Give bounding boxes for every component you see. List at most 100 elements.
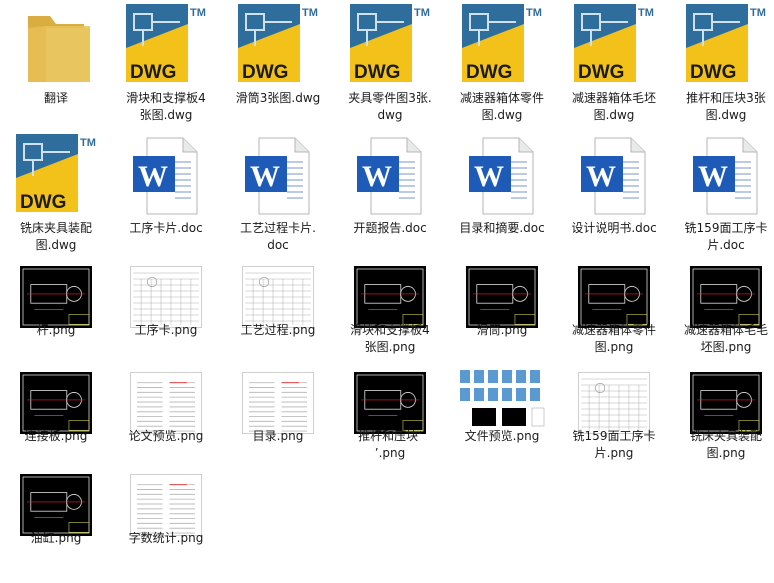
file-name-label: 减速器箱体毛毛 坯图.png <box>683 323 768 354</box>
svg-text:W: W <box>138 160 168 193</box>
svg-text:TM: TM <box>750 7 766 19</box>
dwg-file-icon: DWG TM <box>110 2 222 86</box>
file-item[interactable]: 铣床夹具装配 图.png <box>670 364 774 474</box>
file-item[interactable]: 目录.png <box>222 364 334 474</box>
file-name-label: 工序卡.png <box>134 323 198 337</box>
file-item[interactable]: DWG TM 滑筒3张图.dwg <box>222 0 334 125</box>
file-item[interactable]: 工序卡.png <box>110 258 222 368</box>
file-name-label: 论文预览.png <box>128 429 204 443</box>
file-name-label: 翻译 <box>43 91 68 105</box>
file-name-label: 减速器箱体毛坯 图.dwg <box>571 91 656 122</box>
file-name-label: 铣床夹具装配 图.dwg <box>19 221 92 252</box>
file-name-label: 油缸.png <box>30 531 82 545</box>
file-item[interactable]: 油缸.png <box>0 466 112 576</box>
file-name-label: 铣床夹具装配 图.png <box>689 429 762 460</box>
file-item[interactable]: DWG TM 滑块和支撑板4 张图.dwg <box>110 0 222 125</box>
file-item[interactable]: 连接板.png <box>0 364 112 474</box>
file-item[interactable]: W 设计说明书.doc <box>558 130 670 255</box>
file-name-label: 铣159面工序卡 片.png <box>572 429 656 460</box>
word-document-icon: W <box>222 132 334 216</box>
word-document-icon: W <box>334 132 446 216</box>
file-name-label: 字数统计.png <box>128 531 204 545</box>
file-name-label: 减速器箱体零件 图.dwg <box>459 91 544 122</box>
file-item[interactable]: 文件预览.png <box>446 364 558 474</box>
image-thumbnail <box>558 368 670 434</box>
file-name-label: 工艺过程卡片. doc <box>240 221 316 252</box>
file-name-label: 滑筒3张图.dwg <box>235 91 321 105</box>
image-thumbnail <box>0 470 112 536</box>
image-thumbnail <box>110 368 222 434</box>
svg-text:TM: TM <box>526 7 542 19</box>
image-thumbnail <box>110 470 222 536</box>
file-name-label: 滑筒.png <box>476 323 528 337</box>
svg-text:DWG: DWG <box>354 62 400 83</box>
file-name-label: 目录和摘要.doc <box>459 221 545 235</box>
dwg-file-icon: DWG TM <box>558 2 670 86</box>
file-name-label: 铣159面工序卡 片.doc <box>684 221 768 252</box>
file-item[interactable]: 翻译 <box>0 0 112 125</box>
svg-text:W: W <box>474 160 504 193</box>
svg-text:W: W <box>698 160 728 193</box>
svg-text:DWG: DWG <box>242 62 288 83</box>
file-name-label: 连接板.png <box>24 429 88 443</box>
word-document-icon: W <box>110 132 222 216</box>
file-item[interactable]: 推杆和压块‘ ’.png <box>334 364 446 474</box>
file-name-label: 滑块和支撑板4 张图.png <box>350 323 430 354</box>
file-item[interactable]: DWG TM 减速器箱体零件 图.dwg <box>446 0 558 125</box>
file-name-label: 工艺过程.png <box>240 323 316 337</box>
svg-text:W: W <box>250 160 280 193</box>
dwg-file-icon: DWG TM <box>446 2 558 86</box>
file-name-label: 工序卡片.doc <box>129 221 203 235</box>
svg-text:TM: TM <box>302 7 318 19</box>
file-item[interactable]: DWG TM 推杆和压块3张 图.dwg <box>670 0 774 125</box>
file-name-label: 滑块和支撑板4 张图.dwg <box>126 91 206 122</box>
file-name-label: 减速器箱体零件 图.png <box>571 323 656 354</box>
word-document-icon: W <box>446 132 558 216</box>
file-grid: 翻译 DWG TM 滑块和支撑板4 张图.dwg DWG TM 滑筒3张图.dwg DWG TM… <box>0 0 774 583</box>
image-thumbnail <box>0 368 112 434</box>
svg-text:DWG: DWG <box>578 62 624 83</box>
image-thumbnail <box>670 368 774 434</box>
file-item[interactable]: 工艺过程.png <box>222 258 334 368</box>
file-item[interactable]: W 开题报告.doc <box>334 130 446 255</box>
svg-text:W: W <box>362 160 392 193</box>
dwg-file-icon: DWG TM <box>670 2 774 86</box>
dwg-file-icon: DWG TM <box>222 2 334 86</box>
svg-text:W: W <box>586 160 616 193</box>
svg-text:TM: TM <box>638 7 654 19</box>
image-thumbnail <box>0 262 112 328</box>
image-thumbnail <box>334 262 446 328</box>
file-item[interactable]: DWG TM 夹具零件图3张. dwg <box>334 0 446 125</box>
file-item[interactable]: 滑筒.png <box>446 258 558 368</box>
image-thumbnail <box>558 262 670 328</box>
image-thumbnail <box>670 262 774 328</box>
image-thumbnail <box>222 262 334 328</box>
file-item[interactable]: W 目录和摘要.doc <box>446 130 558 255</box>
file-item[interactable]: W 工序卡片.doc <box>110 130 222 255</box>
file-item[interactable]: 铣159面工序卡 片.png <box>558 364 670 474</box>
file-item[interactable]: 论文预览.png <box>110 364 222 474</box>
folder-icon <box>0 2 112 86</box>
dwg-file-icon: DWG TM <box>334 2 446 86</box>
file-item[interactable]: 杆.png <box>0 258 112 368</box>
word-document-icon: W <box>670 132 774 216</box>
svg-text:DWG: DWG <box>690 62 736 83</box>
dwg-file-icon: DWG TM <box>0 132 112 216</box>
file-item[interactable]: 字数统计.png <box>110 466 222 576</box>
svg-text:DWG: DWG <box>20 192 66 213</box>
file-item[interactable]: 减速器箱体毛毛 坯图.png <box>670 258 774 368</box>
file-name-label: 设计说明书.doc <box>571 221 657 235</box>
file-item[interactable]: DWG TM 铣床夹具装配 图.dwg <box>0 130 112 255</box>
file-name-label: 推杆和压块3张 图.dwg <box>686 91 766 122</box>
file-item[interactable]: W 铣159面工序卡 片.doc <box>670 130 774 255</box>
file-name-label: 夹具零件图3张. dwg <box>348 91 432 122</box>
image-thumbnail <box>446 262 558 328</box>
file-item[interactable]: 滑块和支撑板4 张图.png <box>334 258 446 368</box>
file-item[interactable]: 减速器箱体零件 图.png <box>558 258 670 368</box>
file-name-label: 目录.png <box>252 429 304 443</box>
file-item[interactable]: W 工艺过程卡片. doc <box>222 130 334 255</box>
image-thumbnail <box>110 262 222 328</box>
image-thumbnail <box>446 364 558 434</box>
file-item[interactable]: DWG TM 减速器箱体毛坯 图.dwg <box>558 0 670 125</box>
image-thumbnail <box>334 368 446 434</box>
